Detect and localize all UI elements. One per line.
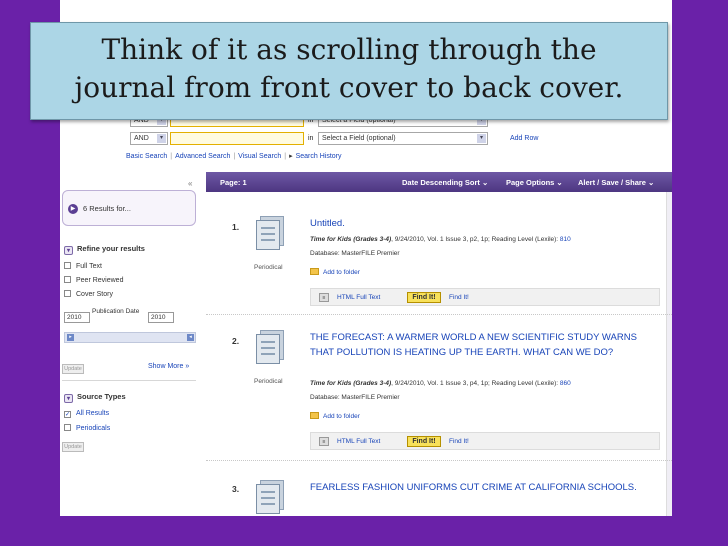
source-types-header[interactable]: ▾ Source Types xyxy=(64,392,126,403)
result-number: 3. xyxy=(232,484,240,494)
add-to-folder-link[interactable]: Add to folder xyxy=(310,268,360,276)
checkbox[interactable] xyxy=(64,262,71,269)
visual-search-link[interactable]: Visual Search xyxy=(238,153,281,160)
bool-operator-value: AND xyxy=(134,135,149,142)
filter-full-text[interactable]: Full Text xyxy=(64,262,102,270)
publication-date-label: Publication Date xyxy=(92,308,140,315)
find-it-button[interactable]: Find It! xyxy=(407,436,441,447)
journal-name: Time for Kids (Grades 3-4) xyxy=(310,236,392,243)
result-type: Periodical xyxy=(254,378,283,385)
slider-right-handle[interactable]: ◂ xyxy=(187,334,194,341)
divider xyxy=(206,314,672,315)
page-indicator: Page: 1 xyxy=(220,178,247,187)
full-text-links: ≡ HTML Full Text Find It! Find It! xyxy=(310,288,660,306)
filter-peer-reviewed[interactable]: Peer Reviewed xyxy=(64,276,123,284)
date-from-input[interactable]: 2010 xyxy=(64,312,90,323)
alert-save-share-dropdown[interactable]: Alert / Save / Share ⌄ xyxy=(578,178,654,187)
journal-name: Time for Kids (Grades 3-4) xyxy=(310,380,392,387)
basic-search-link[interactable]: Basic Search xyxy=(126,153,167,160)
lexile-link[interactable]: 810 xyxy=(560,236,571,243)
periodical-icon xyxy=(256,216,286,250)
search-history-link[interactable]: Search History xyxy=(296,153,342,160)
periodical-icon xyxy=(256,330,286,364)
html-icon: ≡ xyxy=(319,293,329,302)
caption-line-1: Think of it as scrolling through the xyxy=(101,33,597,66)
result-meta: Time for Kids (Grades 3-4), 9/24/2010, V… xyxy=(310,380,571,387)
date-to-input[interactable]: 2010 xyxy=(148,312,174,323)
search-input-2[interactable] xyxy=(170,132,304,145)
checkbox[interactable] xyxy=(64,276,71,283)
html-icon: ≡ xyxy=(319,437,329,446)
field-select-value: Select a Field (optional) xyxy=(322,135,396,142)
caption-box: Think of it as scrolling through the jou… xyxy=(30,22,668,120)
update-button[interactable]: Update xyxy=(62,364,84,374)
result-title-link[interactable]: Untitled. xyxy=(310,216,650,231)
result-title-link[interactable]: FEARLESS FASHION UNIFORMS CUT CRIME AT C… xyxy=(310,480,650,495)
result-title-link[interactable]: THE FORECAST: A WARMER WORLD A NEW SCIEN… xyxy=(310,330,650,360)
results-for-label: 6 Results for... xyxy=(83,204,131,213)
results-toolbar: Page: 1 Date Descending Sort ⌄ Page Opti… xyxy=(206,172,672,192)
add-to-folder-link[interactable]: Add to folder xyxy=(310,412,360,420)
result-type: Periodical xyxy=(254,264,283,271)
collapse-panel-icon[interactable]: « xyxy=(188,179,192,188)
caption-line-2: journal from front cover to back cover. xyxy=(74,71,624,104)
result-number: 2. xyxy=(232,336,240,346)
periodical-icon xyxy=(256,480,286,514)
add-row-link[interactable]: Add Row xyxy=(510,135,538,142)
collapse-icon: ▾ xyxy=(64,394,73,403)
lexile-link[interactable]: 860 xyxy=(560,380,571,387)
divider xyxy=(62,380,196,381)
results-for-box: ▶ 6 Results for... xyxy=(62,190,196,226)
sort-dropdown[interactable]: Date Descending Sort ⌄ xyxy=(402,178,488,187)
find-it-link[interactable]: Find It! xyxy=(449,438,469,445)
arrow-right-icon: ▸ xyxy=(289,153,293,160)
result-meta: Time for Kids (Grades 3-4), 9/24/2010, V… xyxy=(310,236,571,243)
chevron-down-icon: ▾ xyxy=(157,134,166,143)
refine-panel: « ▶ 6 Results for... ▾ Refine your result… xyxy=(60,172,198,516)
chevron-down-icon: ▾ xyxy=(477,134,486,143)
folder-icon xyxy=(310,268,319,275)
collapse-icon: ▾ xyxy=(64,246,73,255)
checkbox[interactable] xyxy=(64,290,71,297)
result-database: Database: MasterFILE Premier xyxy=(310,250,400,257)
divider xyxy=(206,460,672,461)
date-range-slider[interactable]: ▸ ◂ xyxy=(64,332,196,343)
show-more-link[interactable]: Show More » xyxy=(148,363,189,370)
find-it-button[interactable]: Find It! xyxy=(407,292,441,303)
result-database: Database: MasterFILE Premier xyxy=(310,394,400,401)
results-list: Page: 1 Date Descending Sort ⌄ Page Opti… xyxy=(206,172,672,516)
bool-operator-select-2[interactable]: AND ▾ xyxy=(130,132,168,145)
checked-checkbox[interactable]: ✓ xyxy=(64,411,71,418)
filter-cover-story[interactable]: Cover Story xyxy=(64,290,113,298)
find-it-link[interactable]: Find It! xyxy=(449,294,469,301)
play-icon: ▶ xyxy=(68,204,78,214)
result-number: 1. xyxy=(232,222,240,232)
field-select-2[interactable]: Select a Field (optional) ▾ xyxy=(318,132,488,145)
advanced-search-link[interactable]: Advanced Search xyxy=(175,153,230,160)
html-full-text-link[interactable]: HTML Full Text xyxy=(337,438,380,445)
folder-icon xyxy=(310,412,319,419)
source-all-results[interactable]: ✓ All Results xyxy=(64,410,109,418)
source-types-title: Source Types xyxy=(77,392,126,401)
search-nav: Basic Search | Advanced Search | Visual Sear… xyxy=(126,153,342,160)
checkbox[interactable] xyxy=(64,424,71,431)
in-label: in xyxy=(308,135,314,142)
scrollbar[interactable] xyxy=(666,192,672,516)
refine-results-header[interactable]: ▾ Refine your results xyxy=(64,244,145,255)
slider-left-handle[interactable]: ▸ xyxy=(67,334,74,341)
update-button[interactable]: Update xyxy=(62,442,84,452)
refine-results-title: Refine your results xyxy=(77,244,145,253)
page-options-dropdown[interactable]: Page Options ⌄ xyxy=(506,178,563,187)
source-periodicals[interactable]: Periodicals xyxy=(64,424,110,432)
html-full-text-link[interactable]: HTML Full Text xyxy=(337,294,380,301)
full-text-links: ≡ HTML Full Text Find It! Find It! xyxy=(310,432,660,450)
